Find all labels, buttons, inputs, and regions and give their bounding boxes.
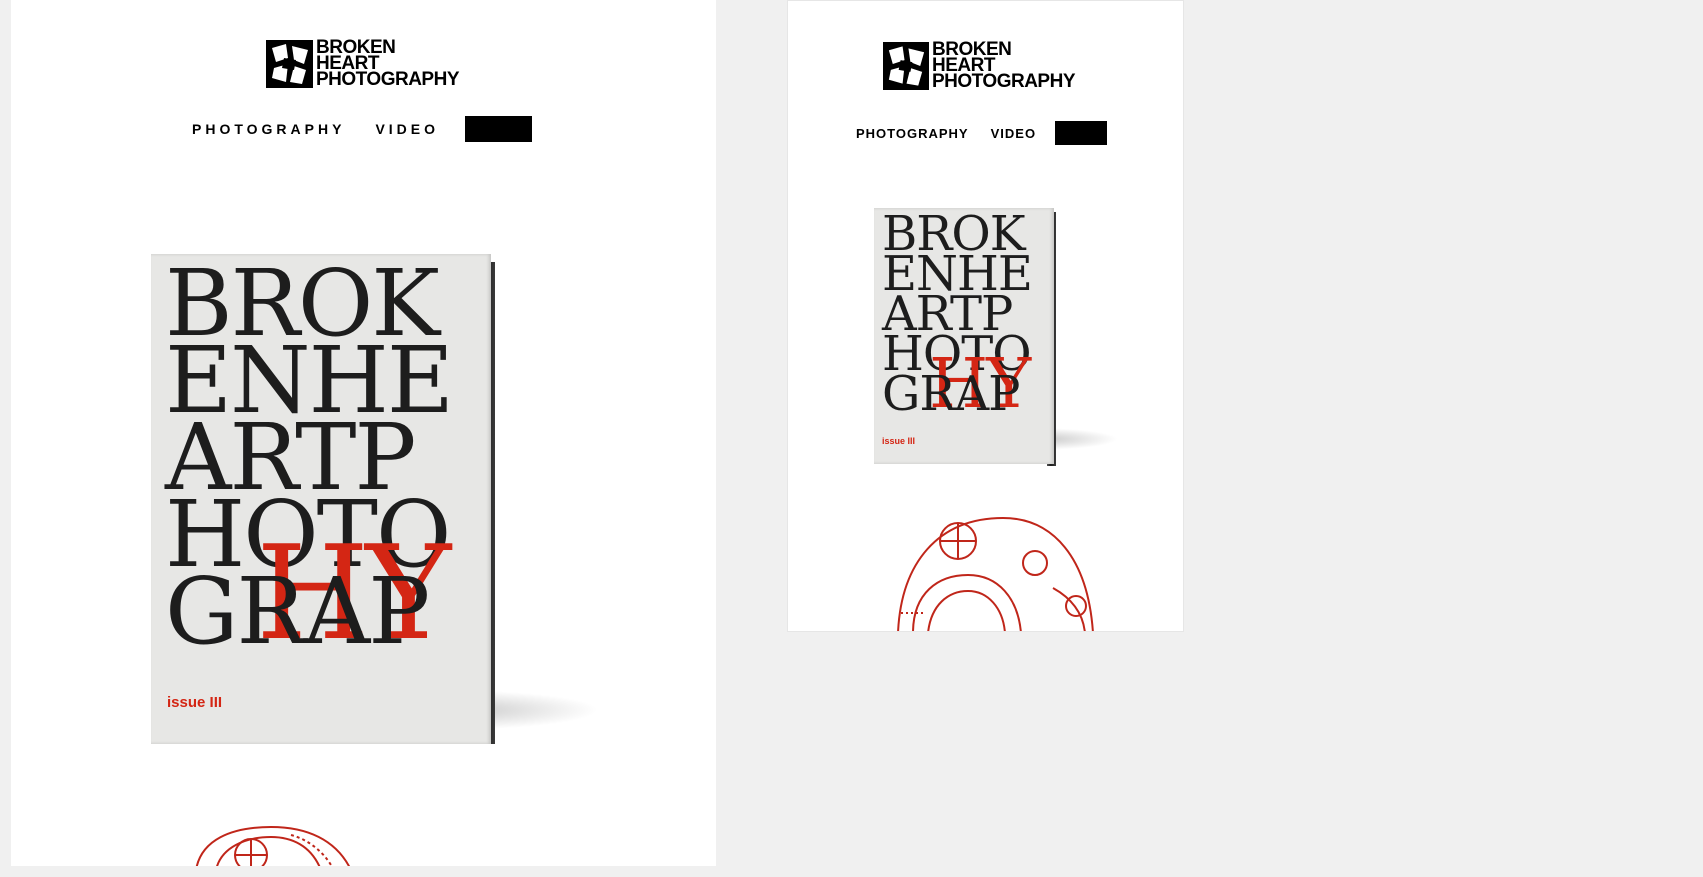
main-nav-small: PHOTOGRAPHY VIDEO [856,121,1108,145]
page-preview-large: BROKEN HEART PHOTOGRAPHY PHOTOGRAPHY VID… [11,0,716,866]
book-cover: BROK ENHE ARTP HOTO HY GRAP issue III [874,208,1054,464]
brand-logo-small[interactable]: BROKEN HEART PHOTOGRAPHY [883,40,1076,92]
nav-photography[interactable]: PHOTOGRAPHY [192,121,345,137]
cover-line-5: GRAP [882,366,1020,422]
nav-photography[interactable]: PHOTOGRAPHY [856,126,969,141]
cover-line-5: GRAP [165,558,430,665]
book-mockup-small: BROK ENHE ARTP HOTO HY GRAP issue III [868,206,1128,476]
brand-name-small: BROKEN HEART PHOTOGRAPHY [932,40,1076,92]
cover-issue: issue III [167,694,223,711]
nav-redacted-item[interactable] [465,116,533,142]
nav-video[interactable]: VIDEO [375,121,439,137]
broken-heart-logo-icon [266,40,313,88]
brand-line-3: PHOTOGRAPHY [316,69,460,90]
page-preview-small: BROKEN HEART PHOTOGRAPHY PHOTOGRAPHY VID… [787,0,1184,632]
main-nav: PHOTOGRAPHY VIDEO [192,116,533,142]
brand-logo[interactable]: BROKEN HEART PHOTOGRAPHY [266,38,460,90]
brand-name: BROKEN HEART PHOTOGRAPHY [316,38,460,90]
book-cover: BROK ENHE ARTP HOTO HY GRAP issue III [151,254,491,744]
diving-helmet-illustration [195,825,350,866]
brand-line-3: PHOTOGRAPHY [932,71,1076,92]
nav-redacted-item[interactable] [1055,121,1108,145]
nav-video[interactable]: VIDEO [991,126,1036,141]
broken-heart-logo-icon [883,42,929,90]
book-mockup: BROK ENHE ARTP HOTO HY GRAP issue III [139,250,639,750]
diving-helmet-illustration [897,516,1094,631]
cover-issue: issue III [882,436,916,446]
